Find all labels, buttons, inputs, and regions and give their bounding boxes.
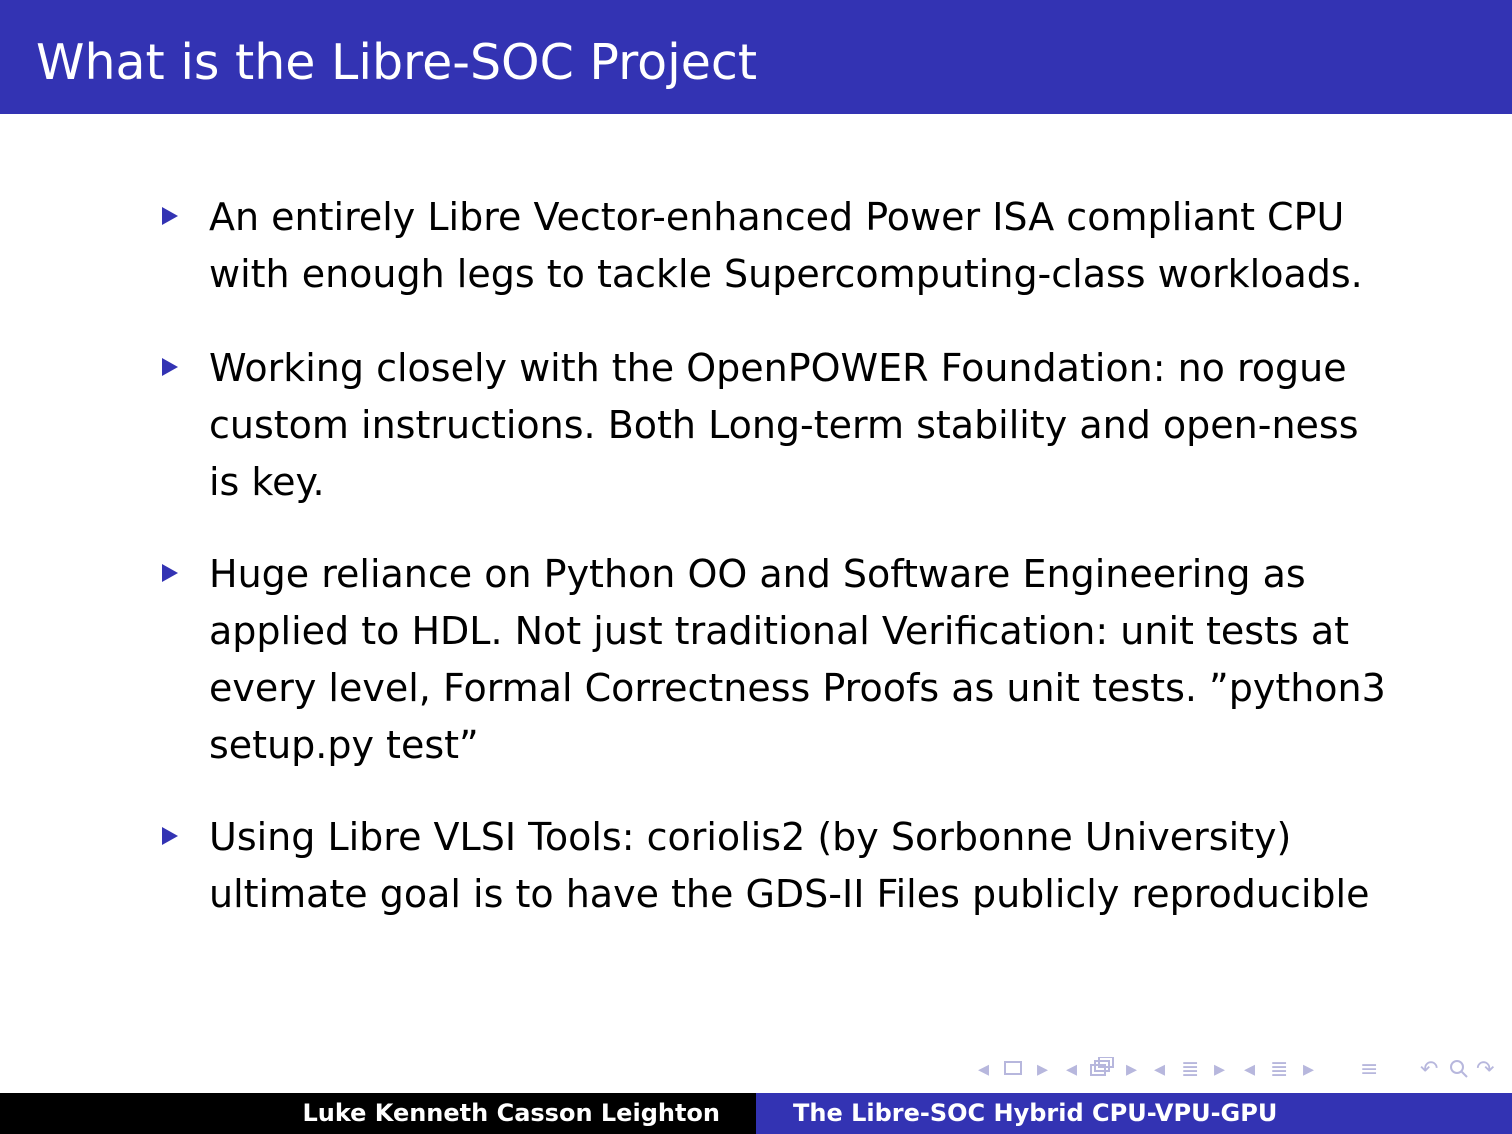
footer-author-panel: Luke Kenneth Casson Leighton (0, 1093, 756, 1134)
bullet-text: An entirely Libre Vector-enhanced Power … (209, 195, 1363, 296)
section-icon[interactable]: ≣ (1181, 1057, 1199, 1083)
search-icon[interactable] (1448, 1057, 1470, 1086)
prev-arrow-icon[interactable]: ◂ (978, 1057, 989, 1083)
prev-arrow-icon[interactable]: ◂ (1154, 1057, 1165, 1083)
frame-icon[interactable] (1003, 1057, 1023, 1083)
triangle-bullet-icon (162, 207, 178, 225)
bullet-list: An entirely Libre Vector-enhanced Power … (0, 0, 1512, 1000)
next-arrow-icon[interactable]: ▸ (1126, 1057, 1137, 1083)
triangle-bullet-icon (162, 564, 178, 582)
undo-icon[interactable]: ↶ (1420, 1057, 1438, 1083)
prev-arrow-icon[interactable]: ◂ (1066, 1057, 1077, 1083)
footer-talk-title: The Libre-SOC Hybrid CPU-VPU-GPU (793, 1099, 1278, 1127)
bullet-text: Working closely with the OpenPOWER Found… (209, 346, 1359, 504)
footer-author: Luke Kenneth Casson Leighton (302, 1099, 720, 1127)
align-icon[interactable]: ≣ (1270, 1057, 1288, 1083)
footer-title-panel: The Libre-SOC Hybrid CPU-VPU-GPU (756, 1093, 1512, 1134)
next-arrow-icon[interactable]: ▸ (1303, 1057, 1314, 1083)
menu-icon[interactable]: ≡ (1360, 1057, 1378, 1083)
bullet-text: Using Libre VLSI Tools: coriolis2 (by So… (209, 815, 1370, 916)
next-arrow-icon[interactable]: ▸ (1214, 1057, 1225, 1083)
subsection-icon[interactable] (1089, 1056, 1115, 1084)
redo-icon[interactable]: ↷ (1476, 1057, 1494, 1083)
triangle-bullet-icon (162, 827, 178, 845)
beamer-navigation-bar: ◂ ▸ ◂ ▸ ◂ ≣ ▸ ◂ ≣ ▸ ≡ ↶ ↷ (0, 1056, 1512, 1086)
bullet-text: Huge reliance on Python OO and Software … (209, 552, 1386, 767)
prev-arrow-icon[interactable]: ◂ (1244, 1057, 1255, 1083)
next-arrow-icon[interactable]: ▸ (1037, 1057, 1048, 1083)
triangle-bullet-icon (162, 358, 178, 376)
